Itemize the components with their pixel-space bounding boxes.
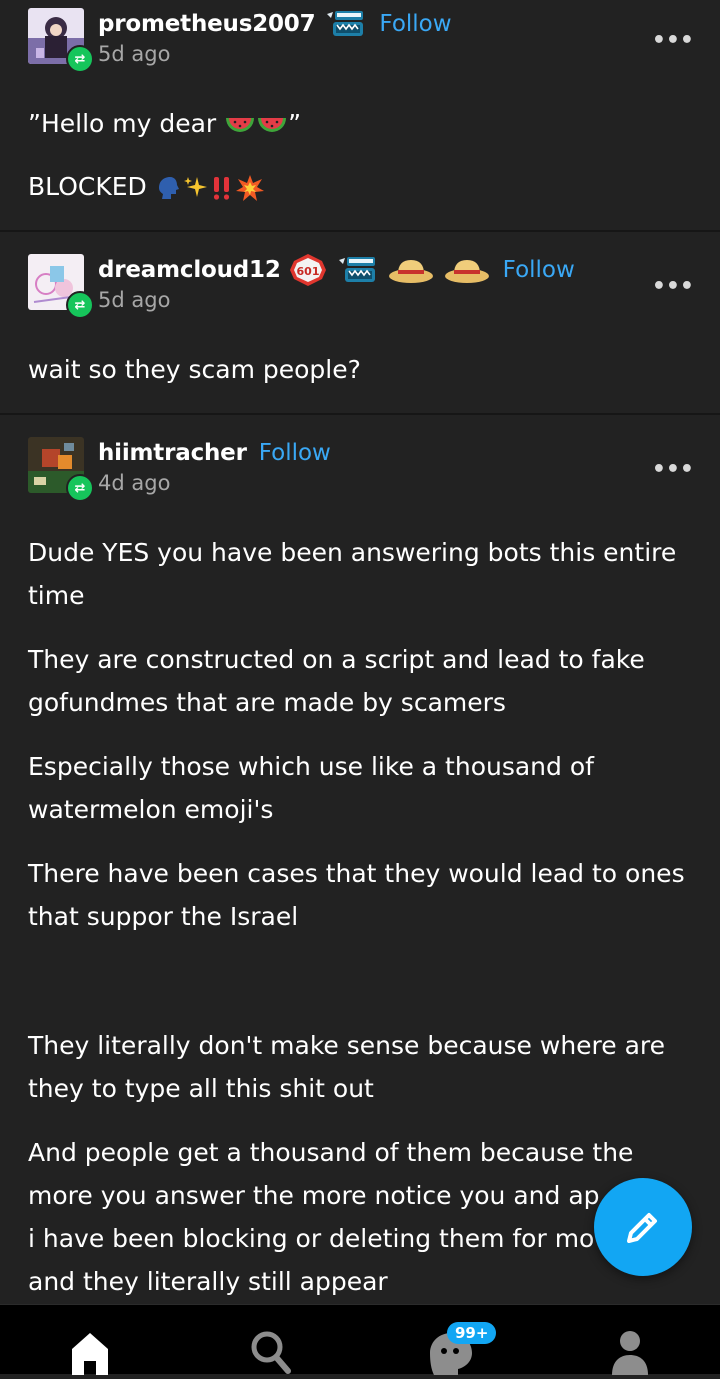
reply-line: BLOCKED (28, 165, 692, 208)
reply-body: Dude YES you have been answering bots th… (0, 501, 720, 1303)
nav-search[interactable] (248, 1327, 294, 1379)
username[interactable]: dreamcloud12 (98, 257, 281, 283)
reblog-icon: ⇄ (66, 45, 94, 73)
speaking-head-icon (158, 177, 179, 199)
sparkles-icon (183, 177, 207, 197)
follow-button[interactable]: Follow (503, 257, 575, 283)
reply-paragraph: They literally don't make sense because … (28, 1031, 666, 1103)
nav-home[interactable] (68, 1327, 112, 1379)
reply-name-row: dreamcloud12 601 Follow (98, 254, 575, 286)
reply-prometheus2007: ⇄ prometheus2007 Follow 5d ago ••• ”Hell… (0, 0, 720, 232)
quote-close: ” (288, 109, 302, 138)
reply-header: ⇄ hiimtracher Follow 4d ago ••• (0, 429, 720, 502)
straw-hat-icon[interactable] (443, 254, 491, 286)
reply-paragraph: i have been blocking or deleting them fo… (28, 1224, 595, 1253)
watermelon-icon (258, 118, 287, 132)
more-options-icon[interactable]: ••• (652, 274, 694, 299)
reply-body: wait so they scam people? (0, 318, 720, 413)
straw-hat-icon[interactable] (387, 254, 435, 286)
reply-paragraph: Especially those which use like a thousa… (28, 752, 594, 824)
reblog-icon: ⇄ (66, 474, 94, 502)
reply-line: ”Hello my dear ” (28, 102, 692, 145)
reply-text: wait so they scam people? (28, 355, 361, 384)
reply-text: BLOCKED (28, 172, 147, 201)
timestamp: 5d ago (98, 288, 171, 312)
reply-paragraph: Dude YES you have been answering bots th… (28, 538, 677, 610)
reply-paragraph: And people get a thousand of them becaus… (28, 1138, 634, 1210)
compose-button[interactable] (594, 1178, 692, 1276)
toothy-badge-icon[interactable] (335, 254, 379, 286)
reply-text: ”Hello my dear (28, 109, 217, 138)
reblog-icon: ⇄ (66, 291, 94, 319)
reply-dreamcloud12: ⇄ dreamcloud12 601 Follow 5d ago ••• wai… (0, 246, 720, 415)
follow-button[interactable]: Follow (259, 440, 331, 466)
follow-button[interactable]: Follow (379, 11, 451, 37)
reply-header: ⇄ prometheus2007 Follow 5d ago ••• (0, 0, 720, 73)
badge-number: 601 (296, 265, 319, 278)
username[interactable]: prometheus2007 (98, 11, 316, 37)
timestamp: 4d ago (98, 471, 171, 495)
collision-icon (235, 175, 264, 201)
reply-paragraph: and they literally still appear (28, 1267, 388, 1296)
bottom-nav (0, 1304, 720, 1375)
601-badge-icon[interactable]: 601 (289, 253, 327, 287)
reply-name-row: prometheus2007 Follow (98, 8, 452, 40)
account-icon (612, 1331, 648, 1375)
more-options-icon[interactable]: ••• (652, 28, 694, 53)
double-exclamation-icon (213, 177, 229, 200)
timestamp: 5d ago (98, 42, 171, 66)
activity-count-badge: 99+ (447, 1322, 497, 1344)
pencil-icon (627, 1213, 657, 1243)
username[interactable]: hiimtracher (98, 440, 247, 466)
reply-name-row: hiimtracher Follow (98, 437, 331, 469)
reply-header: ⇄ dreamcloud12 601 Follow 5d ago ••• (0, 246, 720, 319)
reply-paragraph: There have been cases that they would le… (28, 859, 685, 931)
more-options-icon[interactable]: ••• (652, 457, 694, 482)
toothy-badge-icon[interactable] (323, 8, 367, 40)
nav-account[interactable] (608, 1327, 652, 1379)
reply-hiimtracher: ⇄ hiimtracher Follow 4d ago ••• Dude YES… (0, 429, 720, 1303)
watermelon-icon (226, 118, 255, 132)
reply-body: ”Hello my dear ” BLOCKED (0, 72, 720, 230)
home-icon (72, 1333, 108, 1375)
search-icon (251, 1331, 291, 1374)
reply-paragraph: They are constructed on a script and lea… (28, 645, 645, 717)
